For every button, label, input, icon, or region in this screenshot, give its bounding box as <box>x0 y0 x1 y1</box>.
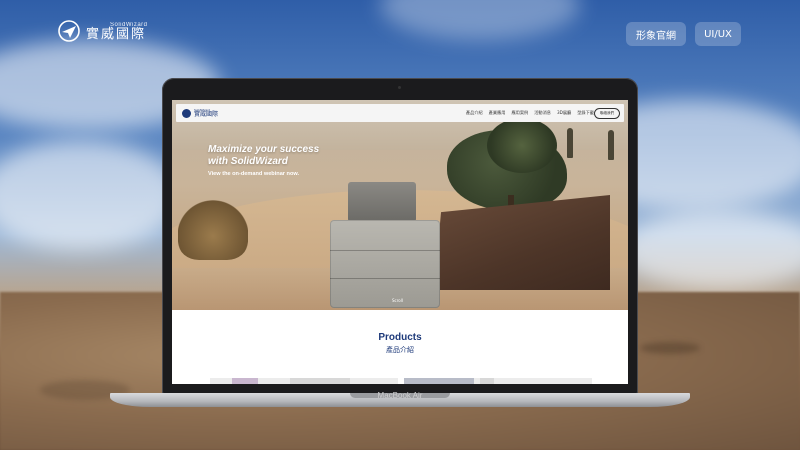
product-card-text <box>480 378 494 384</box>
menu-item-cases[interactable]: 應用案例 <box>511 110 528 116</box>
hero-equipment-top <box>348 182 416 222</box>
laptop-screen: Maximize your success with SolidWizard V… <box>172 100 628 384</box>
menu-item-catalog[interactable]: 型錄下載 <box>577 110 594 116</box>
hero-banner: Maximize your success with SolidWizard V… <box>172 100 628 310</box>
products-heading: Products <box>378 332 422 343</box>
scroll-indicator[interactable]: Scroll <box>392 298 403 303</box>
menu-item-3d-showroom[interactable]: 3D展廳 <box>557 110 571 116</box>
site-logo[interactable]: SolidWizard 實威國際 <box>182 108 219 118</box>
hero-title: Maximize your success with SolidWizard <box>208 144 368 167</box>
site-logo-icon <box>182 108 191 118</box>
site-menu: 產品介紹 產業應用 應用案例 活動消息 3D展廳 型錄下載 <box>466 104 594 122</box>
cloud <box>0 140 180 250</box>
brand-logo[interactable]: SolidWizard 實威國際 <box>58 20 148 42</box>
hero-subtitle-link[interactable]: View the on-demand webinar now. <box>208 171 299 177</box>
hero-title-line1: Maximize your success <box>208 144 320 155</box>
case-seam <box>330 278 440 279</box>
hero-person <box>608 130 614 160</box>
camera-icon <box>398 86 401 89</box>
menu-item-industries[interactable]: 產業應用 <box>489 110 506 116</box>
menu-item-events[interactable]: 活動消息 <box>534 110 551 116</box>
cloud <box>380 0 580 40</box>
products-subheading: 產品介紹 <box>386 346 414 354</box>
official-site-link[interactable]: 形象官網 <box>626 22 686 46</box>
brand-name-zh: 實威國際 <box>86 26 147 42</box>
ui-ux-link[interactable]: UI/UX <box>695 22 741 46</box>
contact-button[interactable]: 聯絡我們 <box>594 108 620 119</box>
hero-equipment-case <box>330 220 440 308</box>
product-card[interactable] <box>404 378 592 384</box>
site-navbar: SolidWizard 實威國際 產品介紹 產業應用 應用案例 活動消息 3D展… <box>176 104 624 122</box>
product-card[interactable] <box>210 378 398 384</box>
brand-mark-icon <box>58 20 80 42</box>
menu-item-products[interactable]: 產品介紹 <box>466 110 483 116</box>
product-card-image <box>232 378 258 384</box>
hero-person <box>567 128 573 158</box>
hero-bush <box>178 200 248 260</box>
case-seam <box>330 250 440 251</box>
hero-tree <box>487 118 557 173</box>
brand-name-en: SolidWizard <box>110 21 148 28</box>
device-model-label: MacBook Air <box>377 391 423 400</box>
product-card-text <box>290 378 350 384</box>
cloud <box>620 210 800 290</box>
product-card-image <box>404 378 474 384</box>
laptop-lid: Maximize your success with SolidWizard V… <box>162 78 638 394</box>
hero-title-line2: with SolidWizard <box>208 155 288 167</box>
sand-shadow <box>640 342 700 354</box>
site-logo-zh: 實威國際 <box>194 110 219 118</box>
